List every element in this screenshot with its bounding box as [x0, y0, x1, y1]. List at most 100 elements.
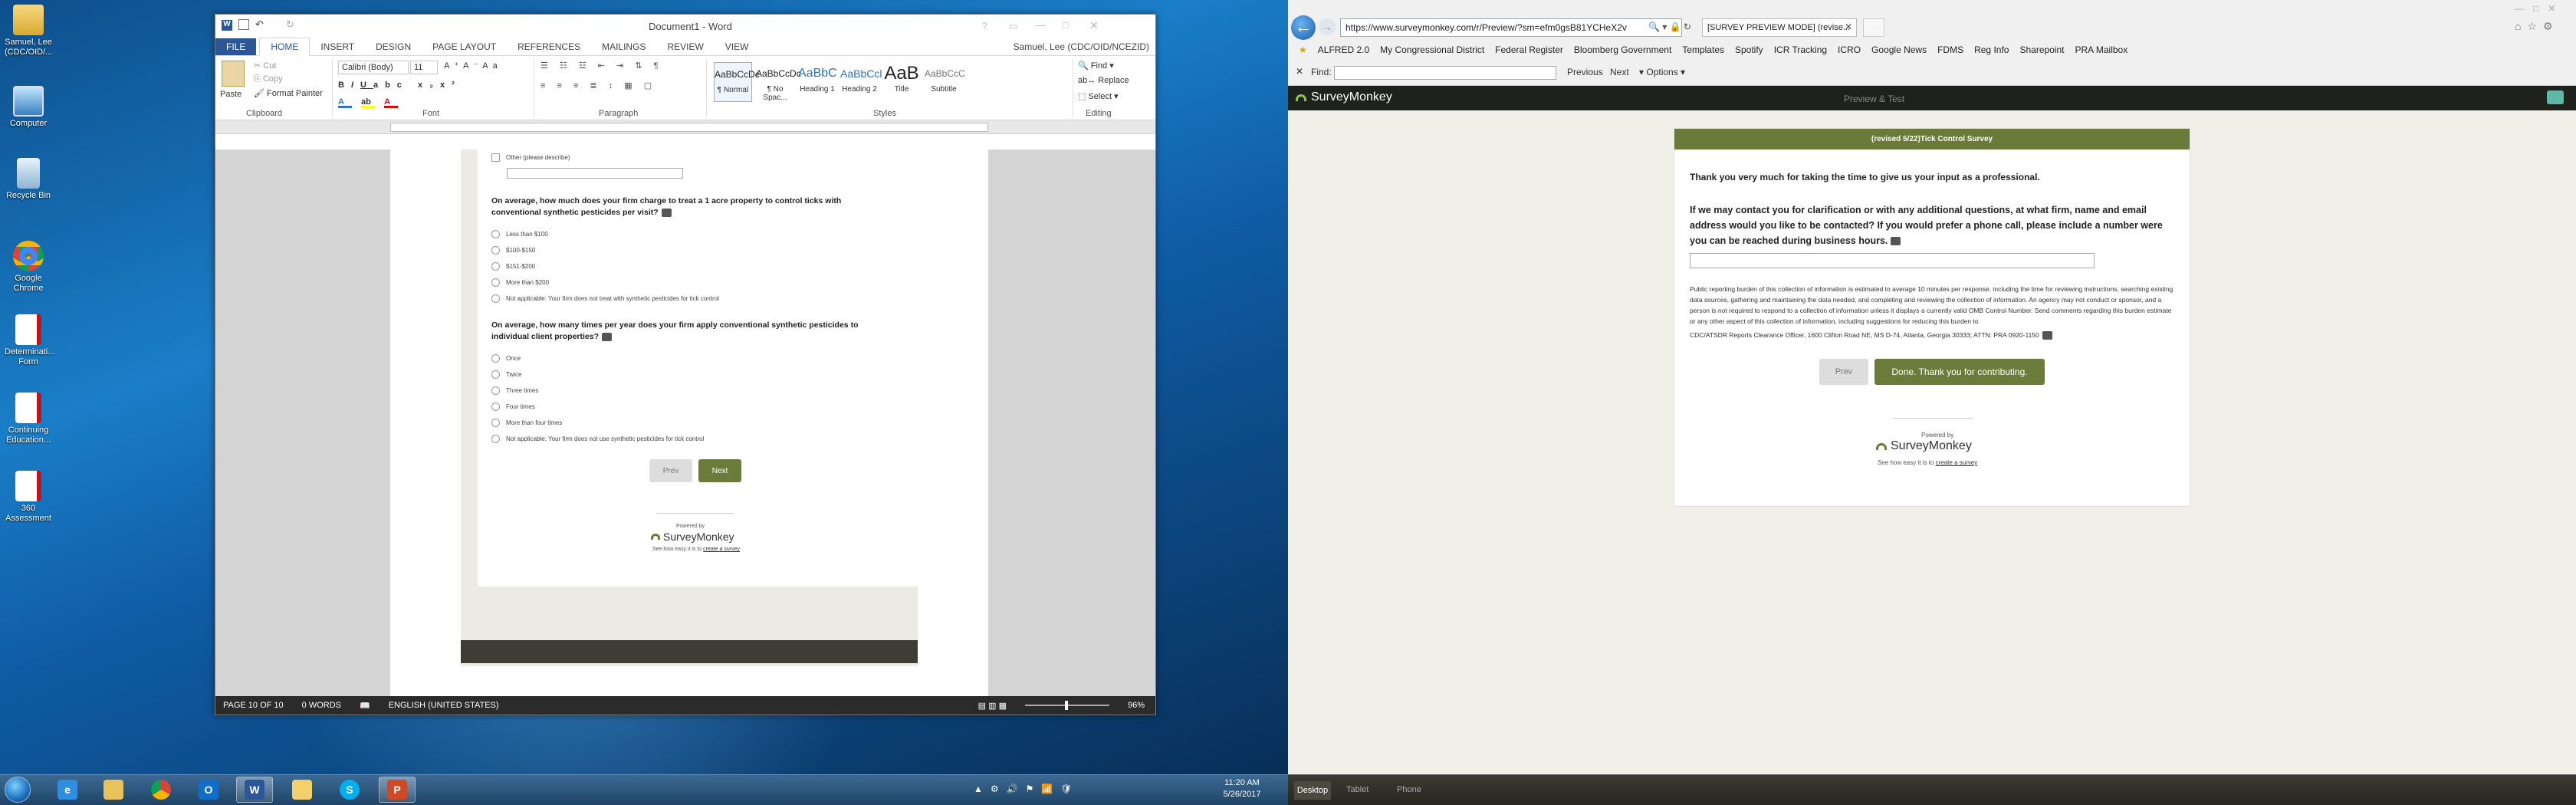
q2-option[interactable]: Not applicable: Your firm does not use s… — [491, 431, 704, 447]
proofing-icon[interactable]: 📖 — [360, 701, 370, 711]
taskbar-outlook[interactable]: O — [190, 777, 227, 803]
style-normal[interactable]: AaBbCcDc ¶ Normal — [714, 62, 760, 102]
taskbar-explorer[interactable] — [95, 777, 132, 803]
tab-close-icon[interactable]: ✕ — [1845, 21, 1852, 32]
desktop-icon-chrome[interactable]: Google Chrome — [5, 241, 52, 294]
tab-view[interactable]: VIEW — [715, 38, 760, 55]
select-button[interactable]: ⬚ Select ▾ — [1078, 91, 1119, 101]
contact-answer-input[interactable] — [1690, 253, 2095, 268]
save-icon[interactable] — [238, 19, 249, 30]
desktop-icon-user-folder[interactable]: Samuel, Lee (CDC/OID/... — [5, 5, 52, 58]
cut-button[interactable]: ✂ Cut — [254, 61, 276, 71]
device-tab-phone[interactable]: Phone — [1397, 785, 1421, 794]
chat-icon[interactable] — [2547, 90, 2564, 104]
tab-mailings[interactable]: MAILINGS — [591, 38, 656, 55]
system-tray-icons[interactable]: ▲⚙🔊⚑📶🛡 — [974, 784, 1080, 794]
q1-option[interactable]: $151-$200 — [491, 258, 719, 274]
window-controls[interactable]: —□✕ — [2515, 3, 2564, 14]
minimize-button[interactable]: — — [1036, 19, 1046, 31]
taskbar-word[interactable]: W — [236, 777, 273, 803]
style-subtitle[interactable]: AaBbCcC Subtitle — [925, 62, 965, 102]
favorites-star-icon[interactable]: ★ — [1299, 44, 1307, 55]
help-icon[interactable]: ? — [982, 21, 987, 31]
favorite-link[interactable]: Sharepoint — [2019, 44, 2064, 55]
paste-icon[interactable] — [222, 61, 245, 87]
zoom-slider[interactable] — [1024, 701, 1109, 710]
undo-icon[interactable]: ↶ — [255, 18, 264, 31]
zoom-level[interactable]: 96% — [1128, 701, 1145, 710]
favorite-link[interactable]: PRA Mailbox — [2075, 44, 2128, 55]
format-painter-button[interactable]: 🖌 Format Painter — [254, 88, 323, 98]
tab-references[interactable]: REFERENCES — [507, 38, 591, 55]
taskbar-chrome[interactable] — [143, 777, 179, 803]
q2-option[interactable]: Twice — [491, 366, 704, 383]
survey-prev-button[interactable]: Prev — [1819, 359, 1868, 385]
maximize-button[interactable]: □ — [1063, 19, 1069, 31]
style-title[interactable]: AaB Title — [882, 62, 921, 102]
q1-option[interactable]: Not applicable: Your firm does not treat… — [491, 291, 719, 307]
tab-page-layout[interactable]: PAGE LAYOUT — [422, 38, 507, 55]
tab-design[interactable]: DESIGN — [365, 38, 422, 55]
doc-prev-button[interactable]: Prev — [649, 459, 692, 482]
favorite-link[interactable]: Federal Register — [1495, 44, 1563, 55]
desktop-icon-determination-form[interactable]: Determinati... Form — [5, 314, 54, 367]
style-heading-2[interactable]: AaBbCcl Heading 2 — [840, 62, 882, 102]
find-close-icon[interactable]: ✕ — [1296, 66, 1303, 77]
redo-icon[interactable]: ↻ — [286, 18, 294, 31]
copy-button[interactable]: ⎘ Copy — [254, 74, 283, 84]
other-text-input[interactable] — [507, 168, 683, 179]
comment-icon[interactable] — [661, 208, 672, 217]
desktop-icon-computer[interactable]: Computer — [5, 86, 52, 129]
create-survey-link[interactable]: create a survey — [703, 547, 740, 552]
browser-tab[interactable]: [SURVEY PREVIEW MODE] (revise... — [1702, 18, 1857, 37]
language[interactable]: ENGLISH (UNITED STATES) — [389, 701, 499, 710]
comment-icon[interactable] — [602, 332, 613, 341]
q2-option[interactable]: Four times — [491, 399, 704, 415]
highlight-icon[interactable]: ab — [361, 97, 375, 108]
q2-option[interactable]: Once — [491, 350, 704, 366]
favorite-link[interactable]: Reg Info — [1974, 44, 2009, 55]
font-name-select[interactable]: Calibri (Body) — [338, 61, 409, 74]
ribbon-display-icon[interactable]: ▭ — [1009, 21, 1017, 31]
create-survey-link[interactable]: create a survey — [1936, 459, 1978, 466]
user-name[interactable]: Samuel, Lee (CDC/OID/NCEZID) — [1007, 38, 1155, 55]
doc-next-button[interactable]: Next — [698, 459, 741, 482]
list-buttons[interactable]: ☰ ☷ ☳ ⇤ ⇥ ⇅ ¶ — [540, 61, 662, 71]
q2-option[interactable]: Three times — [491, 383, 704, 399]
replace-button[interactable]: ab↔ Replace — [1078, 76, 1129, 85]
taskbar-powerpoint[interactable]: P — [379, 777, 416, 803]
forward-button[interactable]: → — [1319, 18, 1336, 35]
style-heading-1[interactable]: AaBbC Heading 1 — [798, 62, 837, 102]
address-bar[interactable]: https://www.surveymonkey.com/r/Preview/?… — [1340, 18, 1682, 37]
favorite-link[interactable]: ALFRED 2.0 — [1318, 44, 1369, 55]
q1-option[interactable]: More than $200 — [491, 274, 719, 291]
favorite-link[interactable]: Bloomberg Government — [1574, 44, 1671, 55]
surveymonkey-header-logo[interactable]: SurveyMonkey — [1296, 90, 1392, 104]
paste-button[interactable]: Paste — [220, 90, 242, 99]
find-next-button[interactable]: Next — [1610, 67, 1629, 77]
font-grow-shrink-buttons[interactable]: A⁺A⁻Aa — [444, 61, 502, 71]
text-effects-icon[interactable]: A — [338, 97, 352, 108]
comment-icon[interactable] — [1891, 237, 1901, 246]
favorite-link[interactable]: Spotify — [1735, 44, 1763, 55]
tab-home[interactable]: HOME — [259, 38, 310, 56]
taskbar-skype[interactable]: S — [331, 777, 368, 803]
taskbar-clock[interactable]: 11:20 AM 5/26/2017 — [1204, 777, 1280, 800]
favorite-link[interactable]: Google News — [1871, 44, 1927, 55]
find-options-button[interactable]: ▾ Options ▾ — [1639, 67, 1685, 77]
address-actions-icon[interactable]: 🔍 ▾ 🔒 ↻ — [1648, 21, 1691, 32]
desktop-icon-360-assessment[interactable]: 360 Assessment — [5, 471, 52, 524]
word-count[interactable]: 0 WORDS — [302, 701, 341, 710]
alignment-buttons[interactable]: ≡ ≡ ≡ ≣ ↕ ▦ ▢ — [540, 80, 656, 90]
q1-option[interactable]: Less than $100 — [491, 226, 719, 242]
back-button[interactable]: ← — [1291, 15, 1316, 40]
tab-review[interactable]: REVIEW — [656, 38, 714, 55]
taskbar-folder[interactable] — [284, 777, 320, 803]
find-button[interactable]: 🔍 Find ▾ — [1078, 61, 1114, 71]
find-input[interactable] — [1334, 66, 1556, 80]
font-size-select[interactable]: 11 — [410, 61, 438, 74]
q1-option[interactable]: $100-$150 — [491, 242, 719, 258]
tab-file[interactable]: FILE — [215, 38, 257, 55]
favorite-link[interactable]: My Congressional District — [1380, 44, 1484, 55]
comment-icon[interactable] — [2042, 331, 2052, 340]
